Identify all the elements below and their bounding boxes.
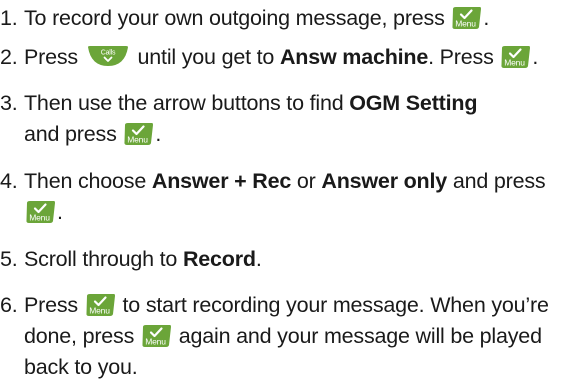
step-bold-term: Answ machine xyxy=(279,45,429,69)
step-text-part: Press xyxy=(24,45,78,69)
step-6: 6. Press Menu to start recording your me… xyxy=(0,290,583,383)
step-bold-term: Answer only xyxy=(321,169,448,193)
step-text: Then use the arrow buttons to find OGM S… xyxy=(24,88,583,150)
step-2: 2. Press Calls until you get to Answ mac… xyxy=(0,42,583,73)
step-text-part: until you get to xyxy=(137,45,275,69)
step-text-part: . xyxy=(483,6,490,30)
step-number: 6. xyxy=(0,293,18,317)
step-number: 2. xyxy=(0,45,18,69)
step-bold-term: Record xyxy=(182,247,256,271)
step-text-part: . xyxy=(57,200,63,224)
menu-key-label: Menu xyxy=(456,19,477,29)
menu-key-icon: Menu xyxy=(451,6,482,30)
step-text-part: . xyxy=(155,122,162,146)
step-number: 1. xyxy=(0,6,18,30)
step-text-part: Then use the arrow buttons to find xyxy=(24,91,344,115)
step-5: 5. Scroll through to Record. xyxy=(0,244,583,275)
menu-key-label: Menu xyxy=(89,306,110,316)
step-4: 4. Then choose Answer + Rec or Answer on… xyxy=(0,166,583,228)
menu-key-icon: Menu xyxy=(85,293,116,317)
step-bold-term: Answer + Rec xyxy=(151,169,292,193)
step-text: Press Calls until you get to Answ machin… xyxy=(24,42,583,73)
step-text: Scroll through to Record. xyxy=(24,244,583,275)
menu-key-icon: Menu xyxy=(500,45,531,69)
step-text: To record your own outgoing message, pre… xyxy=(24,3,583,34)
step-number: 3. xyxy=(0,91,18,115)
step-number: 5. xyxy=(0,247,18,271)
step-text-part: or xyxy=(296,169,316,193)
menu-key-icon: Menu xyxy=(123,122,154,146)
step-text-part: To record your own outgoing message, pre… xyxy=(24,6,445,30)
step-text-part: . Press xyxy=(428,45,494,69)
step-bold-term: OGM Setting xyxy=(349,91,478,115)
step-text: Then choose Answer + Rec or Answer only … xyxy=(24,166,583,228)
menu-key-label: Menu xyxy=(29,213,50,223)
step-text-part: . xyxy=(255,247,262,271)
calls-key-icon: Calls xyxy=(87,45,129,67)
menu-key-icon: Menu xyxy=(25,200,56,224)
step-text-part: Press xyxy=(24,293,78,317)
step-text-part: . xyxy=(532,45,539,69)
step-text-part: Then choose xyxy=(24,169,147,193)
step-3: 3. Then use the arrow buttons to find OG… xyxy=(0,88,583,150)
step-text-part: Scroll through to xyxy=(24,247,178,271)
menu-key-label: Menu xyxy=(128,135,149,145)
step-number: 4. xyxy=(0,169,18,193)
step-text-part: and press xyxy=(452,169,546,193)
step-text: Press Menu to start recording your messa… xyxy=(24,290,583,383)
calls-key-label: Calls xyxy=(100,50,115,57)
instruction-steps: 1. To record your own outgoing message, … xyxy=(0,0,583,383)
step-1: 1. To record your own outgoing message, … xyxy=(0,3,583,34)
menu-key-label: Menu xyxy=(505,58,526,68)
menu-key-label: Menu xyxy=(145,337,166,347)
menu-key-icon: Menu xyxy=(141,324,172,348)
step-text-part: and press xyxy=(24,122,117,146)
